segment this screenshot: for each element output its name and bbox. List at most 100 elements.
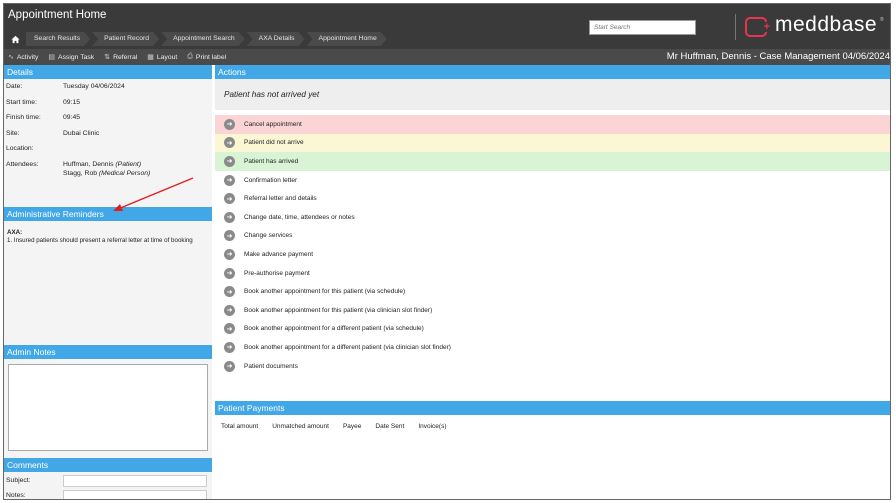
layout-icon: ▦ [147,54,154,61]
finish-time-row: Finish time: 09:45 [4,110,212,126]
action-change-services[interactable]: ➜ Change services [215,227,890,246]
action-label: Cancel appointment [244,120,302,128]
arrow-right-icon: ➜ [224,193,235,205]
action-label: Pre-authorise payment [244,269,310,277]
breadcrumb-axa-details[interactable]: AXA Details [247,32,305,46]
column-total-amount: Total amount [221,423,259,430]
referral-button[interactable]: ⇅ Referral [104,53,138,62]
arrow-right-icon: ➜ [224,341,235,353]
patient-payments: Patient Payments Total amount Unmatched … [215,401,890,430]
arrow-right-icon: ➜ [224,248,235,260]
assign-task-button[interactable]: ▤ Assign Task [48,53,94,62]
action-label: Book another appointment for this patien… [244,288,406,296]
reminder-insurer: AXA: [7,229,23,236]
arrival-status: Patient has not arrived yet [215,79,890,110]
registered-mark: ® [880,17,884,23]
comments-heading: Comments [4,458,212,472]
activity-label: Activity [16,53,39,61]
arrow-right-icon: ➜ [224,286,235,298]
date-value: Tuesday 04/06/2024 [63,83,125,90]
arrow-right-icon: ➜ [224,267,235,279]
reminder-text: 1. Insured patients should present a ref… [7,237,193,244]
action-referral-letter[interactable]: ➜ Referral letter and details [215,189,890,208]
logo-divider [735,14,736,40]
search-input[interactable] [589,20,696,35]
attendee-medical-name: Stagg, Rob [63,169,98,177]
action-book-different-schedule[interactable]: ➜ Book another appointment for a differen… [215,320,890,339]
action-patient-did-not-arrive[interactable]: ➜ Patient did not arrive [215,133,890,153]
column-unmatched-amount: Unmatched amount [272,423,329,430]
breadcrumb-patient-record[interactable]: Patient Record [92,32,159,46]
finish-time-value: 09:45 [63,114,81,121]
arrow-right-icon: ➜ [224,304,235,316]
admin-reminders-content: AXA: 1. Insured patients should present … [4,221,212,245]
attendees-label: Attendees: [6,160,39,168]
action-label: Book another appointment for a different… [244,343,451,351]
arrow-right-icon: ➜ [224,155,235,167]
action-label: Patient documents [244,362,298,370]
finish-time-label: Finish time: [6,114,41,121]
payments-table-header: Total amount Unmatched amount Payee Date… [215,415,890,430]
start-time-value: 09:15 [63,98,81,106]
attendee-patient-role: (Patient) [115,160,142,168]
location-row: Location: [4,141,212,157]
actions-heading: Actions [215,65,890,79]
top-header: Appointment Home Search Results Patient … [4,4,890,49]
action-label: Book another appointment for this patien… [244,306,433,314]
site-value: Dubai Clinic [63,129,100,137]
layout-button[interactable]: ▦ Layout [147,53,178,62]
arrow-right-icon: ➜ [224,174,235,186]
task-icon: ▤ [48,54,56,61]
breadcrumb-appointment-search[interactable]: Appointment Search [161,32,245,46]
action-book-this-slot-finder[interactable]: ➜ Book another appointment for this patie… [215,301,890,320]
breadcrumb-appointment-home[interactable]: Appointment Home [307,32,387,46]
action-pre-authorise-payment[interactable]: ➜ Pre-authorise payment [215,264,890,283]
subject-input[interactable] [63,475,207,487]
home-icon[interactable] [4,32,26,46]
page-title: Appointment Home [8,9,107,21]
action-cancel-appointment[interactable]: ➜ Cancel appointment [215,115,890,134]
referral-label: Referral [113,53,138,61]
subject-label: Subject: [6,477,31,484]
right-panel: Actions Patient has not arrived yet ➜ Can… [215,65,890,499]
breadcrumb-search-results[interactable]: Search Results [26,32,90,46]
attendee-medical-role: (Medical Person) [98,169,151,177]
column-invoices: Invoice(s) [418,423,447,430]
arrow-right-icon: ➜ [224,118,235,130]
print-label-button[interactable]: ⎙ Print label [187,53,226,61]
action-label: Confirmation letter [244,176,298,184]
arrow-right-icon: ➜ [224,230,235,242]
app-window: Appointment Home Search Results Patient … [3,3,891,500]
date-row: Date: Tuesday 04/06/2024 [4,79,212,95]
arrow-right-icon: ➜ [224,360,235,372]
action-book-this-schedule[interactable]: ➜ Book another appointment for this patie… [215,282,890,301]
action-change-date-time[interactable]: ➜ Change date, time, attendees or notes [215,208,890,227]
action-confirmation-letter[interactable]: ➜ Confirmation letter [215,171,890,190]
action-book-different-slot-finder[interactable]: ➜ Book another appointment for a differen… [215,338,890,357]
action-make-advance-payment[interactable]: ➜ Make advance payment [215,245,890,264]
action-label: Referral letter and details [244,195,317,203]
date-label: Date: [6,83,23,90]
arrow-right-icon: ➜ [224,323,235,335]
left-panel: Details Date: Tuesday 04/06/2024 Start t… [4,65,212,499]
site-row: Site: Dubai Clinic [4,126,212,142]
location-label: Location: [6,145,34,152]
referral-icon: ⇅ [104,54,111,61]
activity-icon: ∿ [8,54,14,61]
action-patient-documents[interactable]: ➜ Patient documents [215,357,890,376]
column-date-sent: Date Sent [375,423,405,430]
start-time-row: Start time: 09:15 [4,95,212,111]
action-label: Make advance payment [244,250,314,258]
action-label: Change date, time, attendees or notes [244,213,355,221]
notes-input[interactable] [63,490,207,499]
case-title: Mr Huffman, Dennis - Case Management 04/… [666,51,890,62]
admin-notes-field[interactable] [8,364,208,451]
details-heading: Details [4,65,212,79]
start-time-label: Start time: [6,98,37,106]
activity-button[interactable]: ∿ Activity [8,53,39,62]
attendee-patient: Huffman, Dennis (Patient) [63,161,141,168]
layout-label: Layout [156,53,178,61]
column-payee: Payee [342,423,362,430]
meddbase-logo-icon: + [745,17,771,37]
action-patient-has-arrived[interactable]: ➜ Patient has arrived [215,152,890,171]
